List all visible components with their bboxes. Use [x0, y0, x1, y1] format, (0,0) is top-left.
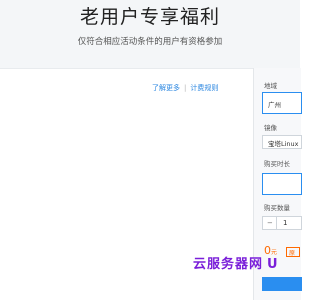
quantity-minus-button[interactable]: − — [267, 219, 273, 227]
watermark-en: U — [267, 257, 279, 272]
image-label: 镜像 — [264, 124, 277, 132]
watermark-cn: 云服务器网 — [193, 257, 264, 272]
billing-rules-link[interactable]: 计费规则 — [190, 83, 218, 93]
region-value: 广州 — [268, 101, 281, 109]
quantity-value: 1 — [283, 219, 288, 227]
region-label: 地域 — [264, 82, 277, 90]
image-value: 宝塔Linux — [268, 140, 299, 148]
image-select[interactable]: 宝塔Linux — [262, 135, 302, 149]
stepper-divider — [276, 217, 277, 229]
hero-banner: 老用户专享福利 仅符合相应活动条件的用户有资格参加 — [0, 0, 300, 69]
buy-button[interactable] — [262, 277, 302, 291]
price-tag: 原 — [286, 247, 300, 257]
help-links: 了解更多 | 计费规则 — [152, 83, 218, 93]
duration-select[interactable] — [262, 173, 302, 195]
watermark: 云服务器网 U — [193, 253, 279, 272]
page-title: 老用户专享福利 — [79, 6, 220, 28]
duration-label: 购买时长 — [264, 160, 290, 168]
region-select[interactable]: 广州 — [262, 92, 302, 114]
link-divider: | — [184, 84, 187, 92]
learn-more-link[interactable]: 了解更多 — [152, 83, 180, 93]
page-subtitle: 仅符合相应活动条件的用户有资格参加 — [77, 37, 223, 47]
quantity-stepper[interactable]: − 1 — [262, 216, 302, 230]
quantity-label: 购买数量 — [264, 204, 290, 212]
